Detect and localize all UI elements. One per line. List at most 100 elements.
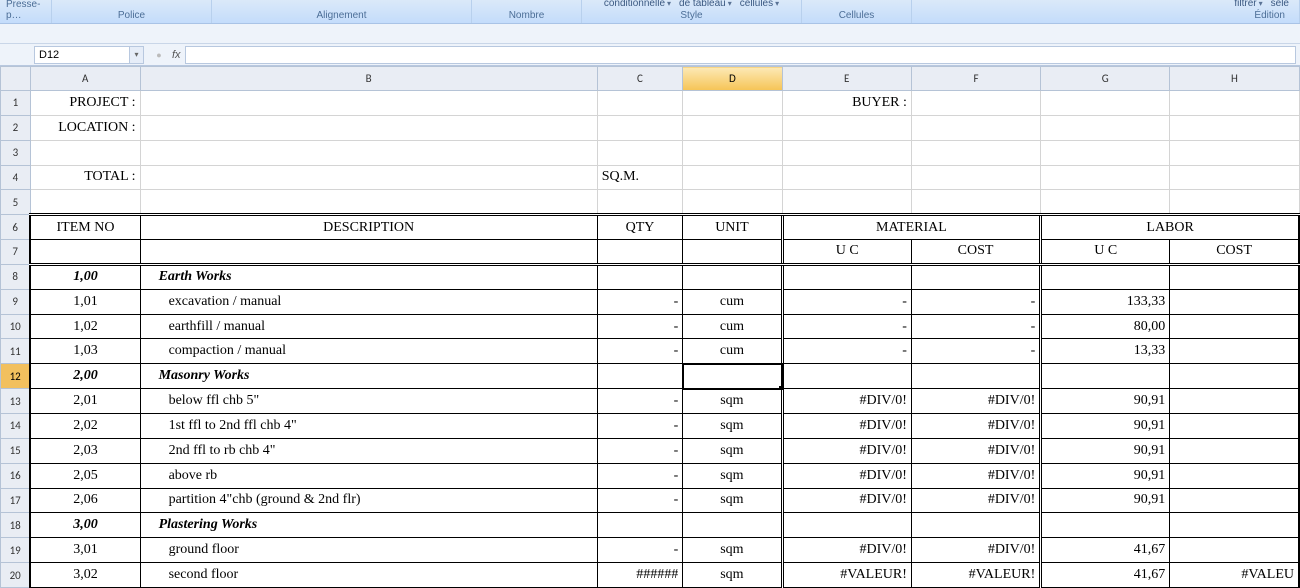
cell[interactable]: 2nd ffl to rb chb 4" xyxy=(140,438,597,463)
cell[interactable]: ITEM NO xyxy=(30,215,140,240)
select-all-corner[interactable] xyxy=(1,67,31,91)
name-box[interactable]: D12 xyxy=(34,46,130,64)
cell[interactable]: U C xyxy=(782,240,911,265)
cell[interactable]: 13,33 xyxy=(1041,339,1170,364)
fx-icon[interactable]: fx xyxy=(172,49,181,61)
cell[interactable] xyxy=(597,364,683,389)
cell[interactable]: 2,06 xyxy=(30,488,140,513)
cell[interactable]: 90,91 xyxy=(1041,438,1170,463)
cell[interactable]: #DIV/0! xyxy=(782,413,911,438)
cell[interactable]: 41,67 xyxy=(1041,563,1170,588)
cell[interactable]: earthfill / manual xyxy=(140,314,597,339)
cell[interactable]: 3,02 xyxy=(30,563,140,588)
cell[interactable] xyxy=(1041,190,1170,215)
cell[interactable]: - xyxy=(597,438,683,463)
row-header[interactable]: 12 xyxy=(1,364,31,389)
cond-format-button[interactable]: conditionnelle▾ xyxy=(602,0,673,9)
cell[interactable] xyxy=(597,115,683,140)
cell[interactable]: #DIV/0! xyxy=(911,413,1040,438)
cell[interactable] xyxy=(1170,289,1299,314)
cell[interactable] xyxy=(1170,264,1299,289)
cell[interactable]: U C xyxy=(1041,240,1170,265)
cell[interactable] xyxy=(30,190,140,215)
cell[interactable]: sqm xyxy=(683,389,782,414)
cell[interactable]: - xyxy=(597,339,683,364)
col-header-G[interactable]: G xyxy=(1041,67,1170,91)
cell[interactable] xyxy=(782,115,911,140)
cell[interactable] xyxy=(1041,115,1170,140)
cell[interactable] xyxy=(911,115,1040,140)
cell[interactable] xyxy=(1041,364,1170,389)
cell[interactable] xyxy=(140,115,597,140)
cell[interactable]: 2,03 xyxy=(30,438,140,463)
cell[interactable]: UNIT xyxy=(683,215,782,240)
cell[interactable]: 41,67 xyxy=(1041,538,1170,563)
cell[interactable]: #DIV/0! xyxy=(911,389,1040,414)
cell[interactable] xyxy=(1170,190,1299,215)
cell[interactable] xyxy=(1170,488,1299,513)
cell[interactable] xyxy=(1170,364,1299,389)
cell[interactable]: 90,91 xyxy=(1041,488,1170,513)
cell[interactable]: SQ.M. xyxy=(597,165,683,190)
spreadsheet-grid[interactable]: A B C D E F G H 1PROJECT :BUYER :2LOCATI… xyxy=(0,66,1300,588)
cell[interactable]: - xyxy=(782,339,911,364)
col-header-E[interactable]: E xyxy=(782,67,911,91)
cell[interactable]: Masonry Works xyxy=(140,364,597,389)
cell[interactable]: - xyxy=(911,289,1040,314)
cell[interactable]: PROJECT : xyxy=(30,91,140,116)
cell[interactable]: #DIV/0! xyxy=(782,488,911,513)
cell[interactable] xyxy=(140,91,597,116)
cell[interactable] xyxy=(782,264,911,289)
cell[interactable] xyxy=(683,264,782,289)
cell[interactable]: 3,00 xyxy=(30,513,140,538)
row-header[interactable]: 11 xyxy=(1,339,31,364)
cell[interactable]: Plastering Works xyxy=(140,513,597,538)
row-header[interactable]: 17 xyxy=(1,488,31,513)
row-header[interactable]: 3 xyxy=(1,140,31,165)
cell[interactable]: #DIV/0! xyxy=(911,463,1040,488)
cell[interactable]: COST xyxy=(911,240,1040,265)
cell[interactable]: 2,02 xyxy=(30,413,140,438)
cell[interactable]: ###### xyxy=(597,563,683,588)
cell[interactable]: 1st ffl to 2nd ffl chb 4" xyxy=(140,413,597,438)
row-header[interactable]: 15 xyxy=(1,438,31,463)
cell[interactable]: 133,33 xyxy=(1041,289,1170,314)
cell[interactable] xyxy=(1041,264,1170,289)
cell[interactable]: #DIV/0! xyxy=(911,438,1040,463)
cell[interactable]: 1,03 xyxy=(30,339,140,364)
row-header[interactable]: 13 xyxy=(1,389,31,414)
cell[interactable] xyxy=(1170,140,1299,165)
cell[interactable]: second floor xyxy=(140,563,597,588)
cell[interactable]: sqm xyxy=(683,538,782,563)
filter-button[interactable]: filtrer▾ xyxy=(1232,0,1264,9)
cell[interactable]: cum xyxy=(683,339,782,364)
cell[interactable] xyxy=(782,190,911,215)
cell[interactable] xyxy=(1170,413,1299,438)
cell[interactable] xyxy=(597,91,683,116)
row-header[interactable]: 9 xyxy=(1,289,31,314)
cell[interactable] xyxy=(1170,339,1299,364)
row-header[interactable]: 18 xyxy=(1,513,31,538)
cell[interactable] xyxy=(683,190,782,215)
cell[interactable]: 90,91 xyxy=(1041,463,1170,488)
cell[interactable]: #VALEUR! xyxy=(911,563,1040,588)
cell[interactable]: Earth Works xyxy=(140,264,597,289)
cell[interactable]: 3,01 xyxy=(30,538,140,563)
cell[interactable] xyxy=(597,190,683,215)
cell[interactable] xyxy=(911,364,1040,389)
cell[interactable] xyxy=(140,240,597,265)
col-header-D[interactable]: D xyxy=(683,67,782,91)
cell[interactable] xyxy=(1041,513,1170,538)
cell[interactable] xyxy=(782,140,911,165)
cell[interactable]: COST xyxy=(1170,240,1299,265)
col-header-H[interactable]: H xyxy=(1170,67,1299,91)
formula-input[interactable] xyxy=(185,46,1296,64)
cell[interactable] xyxy=(911,513,1040,538)
table-format-button[interactable]: de tableau▾ xyxy=(677,0,734,9)
cell[interactable] xyxy=(140,165,597,190)
cell[interactable]: #DIV/0! xyxy=(911,488,1040,513)
cell[interactable] xyxy=(683,240,782,265)
select-button[interactable]: séle xyxy=(1269,0,1291,9)
cell[interactable]: 1,00 xyxy=(30,264,140,289)
cell[interactable]: cum xyxy=(683,289,782,314)
